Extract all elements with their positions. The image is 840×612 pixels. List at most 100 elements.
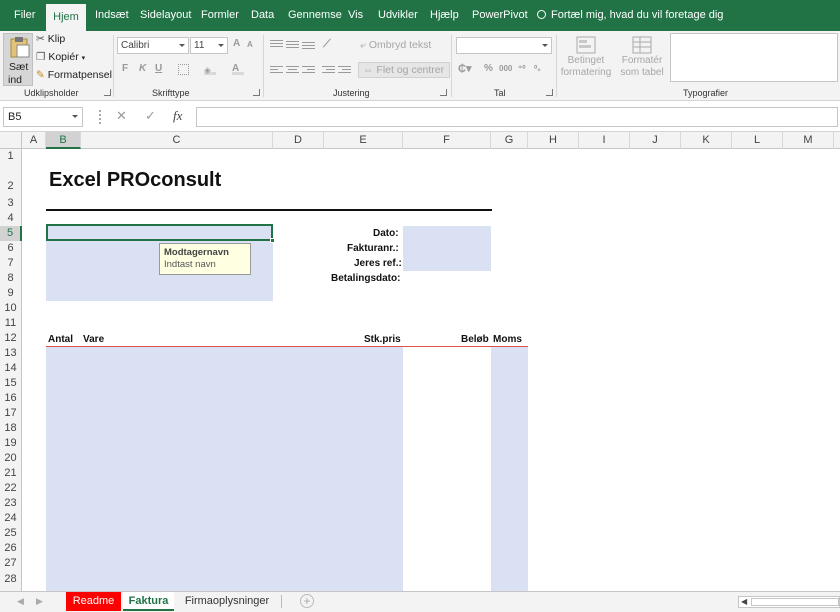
row-header-12[interactable]: 12	[0, 331, 22, 346]
clipboard-launcher-icon[interactable]	[104, 89, 111, 96]
tab-powerpivot[interactable]: PowerPivot	[472, 0, 528, 31]
merge-center-button[interactable]: ⇔ Flet og centrer	[358, 62, 450, 78]
fill-handle[interactable]	[270, 238, 275, 243]
tab-home[interactable]: Hjem	[46, 4, 86, 31]
grow-font-button[interactable]: A	[233, 38, 240, 49]
tell-me-search[interactable]: Fortæl mig, hvad du vil foretage dig	[537, 0, 723, 31]
row-header-1[interactable]: 1	[0, 149, 22, 164]
tab-review[interactable]: Gennemse	[288, 0, 342, 31]
number-format-combo[interactable]	[456, 37, 552, 54]
sheet-tab-faktura[interactable]: Faktura	[123, 592, 174, 611]
fill-color-icon[interactable]: ◈	[204, 64, 216, 75]
column-header-j[interactable]: J	[630, 132, 681, 149]
column-header-a[interactable]: A	[22, 132, 46, 149]
shrink-font-button[interactable]: A	[247, 40, 253, 49]
format-painter-button[interactable]: ✎ Formatpensel	[36, 69, 112, 81]
column-header-f[interactable]: F	[403, 132, 491, 149]
font-size-combo[interactable]: 11	[190, 37, 228, 54]
tab-page-layout[interactable]: Sidelayout	[140, 0, 191, 31]
scroll-left-icon[interactable]: ◀	[17, 596, 24, 607]
cell-styles-gallery[interactable]	[670, 33, 838, 82]
selected-cell-b5[interactable]	[46, 224, 275, 243]
insert-function-icon[interactable]: fx	[173, 108, 182, 124]
row-header-23[interactable]: 23	[0, 496, 22, 511]
line-items-input-area[interactable]	[46, 347, 403, 591]
currency-icon[interactable]: ₵▾	[458, 62, 471, 75]
row-header-6[interactable]: 6	[0, 241, 22, 256]
font-color-icon[interactable]: A	[232, 63, 244, 75]
column-header-b[interactable]: B	[46, 132, 81, 149]
column-header-k[interactable]: K	[681, 132, 732, 149]
row-header-4[interactable]: 4	[0, 211, 22, 226]
row-header-9[interactable]: 9	[0, 286, 22, 301]
row-header-20[interactable]: 20	[0, 451, 22, 466]
name-box[interactable]: B5	[3, 107, 83, 127]
italic-button[interactable]: K	[139, 63, 146, 74]
row-header-22[interactable]: 22	[0, 481, 22, 496]
tab-insert[interactable]: Indsæt	[95, 0, 129, 31]
enter-icon[interactable]: ✓	[145, 108, 156, 124]
row-header-26[interactable]: 26	[0, 541, 22, 556]
column-header-m[interactable]: M	[783, 132, 834, 149]
column-header-l[interactable]: L	[732, 132, 783, 149]
paste-button[interactable]: Sæt ind	[3, 33, 33, 86]
column-header-e[interactable]: E	[324, 132, 403, 149]
align-bottom-icon[interactable]	[302, 42, 315, 52]
row-header-11[interactable]: 11	[0, 316, 22, 331]
align-left-icon[interactable]	[270, 66, 283, 76]
cut-button[interactable]: ✂ Klip	[36, 33, 65, 45]
column-header-d[interactable]: D	[273, 132, 324, 149]
align-right-icon[interactable]	[302, 66, 315, 76]
row-header-8[interactable]: 8	[0, 271, 22, 286]
tab-formulas[interactable]: Formler	[201, 0, 239, 31]
increase-decimal-icon[interactable]: ⁺⁰	[518, 64, 525, 73]
font-name-combo[interactable]: Calibri	[117, 37, 189, 54]
row-header-3[interactable]: 3	[0, 196, 22, 211]
align-middle-icon[interactable]	[286, 41, 299, 51]
row-header-13[interactable]: 13	[0, 346, 22, 361]
copy-button[interactable]: ❐ Kopiér ▾	[36, 51, 85, 63]
row-header-18[interactable]: 18	[0, 421, 22, 436]
alignment-launcher-icon[interactable]	[440, 89, 447, 96]
row-header-15[interactable]: 15	[0, 376, 22, 391]
scrollbar-thumb[interactable]	[751, 598, 839, 606]
tab-help[interactable]: Hjælp	[430, 0, 459, 31]
row-header-28[interactable]: 28	[0, 571, 22, 591]
vat-input-area[interactable]	[491, 347, 528, 591]
tab-file[interactable]: Filer	[14, 0, 35, 31]
sheet-tab-firmaoplysninger[interactable]: Firmaoplysninger	[178, 592, 276, 611]
decrease-decimal-icon[interactable]: ⁰₀	[534, 64, 541, 73]
borders-icon[interactable]	[178, 64, 189, 75]
column-header-g[interactable]: G	[491, 132, 528, 149]
row-header-27[interactable]: 27	[0, 556, 22, 571]
row-header-24[interactable]: 24	[0, 511, 22, 526]
orientation-icon[interactable]: ⟋	[323, 38, 331, 51]
column-header-i[interactable]: I	[579, 132, 630, 149]
scroll-left-arrow-icon[interactable]: ◀	[741, 597, 747, 606]
row-header-16[interactable]: 16	[0, 391, 22, 406]
worksheet-grid[interactable]: A B C D E F G H I J K L M 1 2 3 4 5 6 7 …	[0, 132, 840, 591]
select-all-corner[interactable]	[0, 132, 22, 149]
cancel-icon[interactable]: ✕	[116, 108, 127, 124]
row-header-5[interactable]: 5	[0, 226, 22, 241]
row-header-21[interactable]: 21	[0, 466, 22, 481]
formula-input[interactable]	[196, 107, 838, 127]
row-header-14[interactable]: 14	[0, 361, 22, 376]
row-header-2[interactable]: 2	[0, 164, 22, 196]
row-header-17[interactable]: 17	[0, 406, 22, 421]
number-launcher-icon[interactable]	[546, 89, 553, 96]
tab-data[interactable]: Data	[251, 0, 274, 31]
tab-developer[interactable]: Udvikler	[378, 0, 418, 31]
new-sheet-icon[interactable]: +	[300, 594, 314, 608]
increase-indent-icon[interactable]	[338, 66, 351, 76]
row-header-7[interactable]: 7	[0, 256, 22, 271]
format-as-table-button[interactable]: Formatér som tabel	[616, 33, 668, 85]
align-center-icon[interactable]	[286, 66, 299, 76]
bold-button[interactable]: F	[122, 63, 128, 74]
column-header-c[interactable]: C	[81, 132, 273, 149]
font-launcher-icon[interactable]	[253, 89, 260, 96]
percent-button[interactable]: %	[484, 63, 493, 74]
decrease-indent-icon[interactable]	[322, 66, 335, 76]
thousands-button[interactable]: 000	[499, 64, 512, 73]
row-header-19[interactable]: 19	[0, 436, 22, 451]
